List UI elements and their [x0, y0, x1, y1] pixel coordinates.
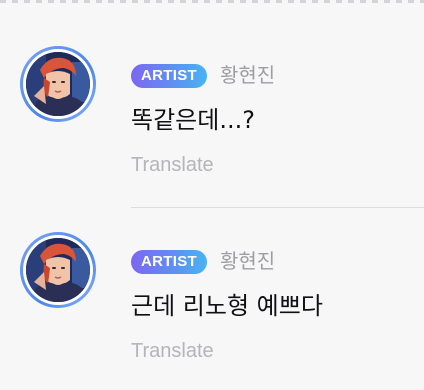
translate-link[interactable]: Translate	[131, 152, 214, 178]
artist-comment: ARTIST 황현진 근데 리노형 예쁘다 Translate	[0, 224, 424, 390]
comment-feed: ARTIST 황현진 똑같은데...? Translate ARTIST 황현진…	[0, 0, 424, 390]
top-dashed-divider	[0, 0, 424, 3]
translate-link[interactable]: Translate	[131, 338, 214, 364]
comment-divider	[131, 207, 424, 208]
avatar[interactable]	[20, 46, 96, 122]
avatar-photo	[26, 52, 90, 116]
artist-badge: ARTIST	[131, 64, 207, 88]
avatar[interactable]	[20, 232, 96, 308]
artist-badge: ARTIST	[131, 250, 207, 274]
avatar-photo	[26, 238, 90, 302]
username[interactable]: 황현진	[220, 248, 275, 274]
comment-text: 똑같은데...?	[131, 106, 255, 134]
comment-text: 근데 리노형 예쁘다	[131, 292, 323, 320]
artist-comment: ARTIST 황현진 똑같은데...? Translate	[0, 38, 424, 208]
username[interactable]: 황현진	[220, 62, 275, 88]
